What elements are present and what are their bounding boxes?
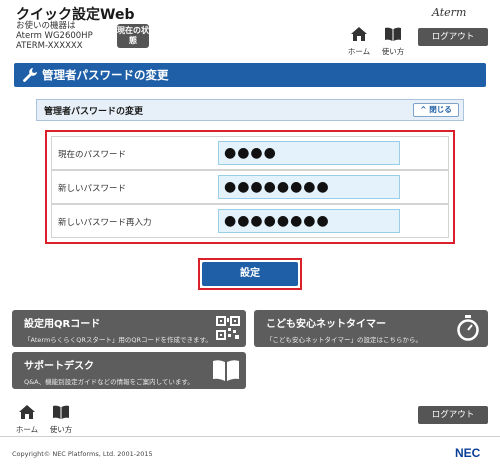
- form-row-new-password: 新しいパスワード ●●●●●●●●: [51, 170, 449, 204]
- device-ssid: ATERM-XXXXXX: [16, 41, 83, 51]
- close-label: 閉じる: [429, 105, 452, 114]
- timer-card-desc: 「こども安心ネットタイマー」の設定はこちらから。: [266, 336, 422, 344]
- qr-card-desc: 「AtermらくらくQRスタート」用のQRコードを作成できます。: [24, 336, 212, 344]
- form-row-current-password: 現在のパスワード ●●●●: [51, 136, 449, 170]
- home-label: ホーム: [347, 47, 371, 56]
- qr-card-title: 設定用QRコード: [24, 319, 101, 330]
- copyright: Copyright© NEC Platforms, Ltd. 2001-2015: [12, 450, 153, 458]
- support-card-desc: Q&A、機能別設定ガイドなどの情報をご案内しています。: [24, 378, 194, 386]
- usage-label: 使い方: [381, 47, 405, 56]
- footer-usage-button[interactable]: 使い方: [46, 404, 76, 434]
- page-title: 管理者パスワードの変更: [42, 68, 169, 82]
- book-icon: [213, 360, 239, 381]
- submit-highlight: 設定: [198, 258, 302, 290]
- device-model: Aterm WG2600HP: [16, 31, 93, 41]
- section-title: 管理者パスワードの変更: [44, 107, 144, 117]
- device-label: お使いの機器は: [16, 21, 76, 31]
- net-timer-card[interactable]: こども安心ネットタイマー 「こども安心ネットタイマー」の設定はこちらから。: [254, 310, 488, 347]
- wrench-icon: [23, 68, 37, 82]
- page-title-bar: 管理者パスワードの変更: [14, 63, 486, 87]
- aterm-logo: Aterm: [432, 6, 467, 19]
- status-button[interactable]: 現在の状態: [117, 24, 149, 48]
- confirm-password-input[interactable]: ●●●●●●●●: [218, 209, 400, 233]
- device-info: お使いの機器は Aterm WG2600HP ATERM-XXXXXX: [16, 21, 93, 51]
- footer-divider: [0, 436, 500, 437]
- timer-card-title: こども安心ネットタイマー: [266, 319, 386, 330]
- qr-code-card[interactable]: 設定用QRコード 「AtermらくらくQRスタート」用のQRコードを作成できます…: [12, 310, 246, 347]
- home-icon: [351, 27, 367, 41]
- home-nav-button[interactable]: ホーム: [344, 26, 374, 56]
- current-password-label: 現在のパスワード: [58, 150, 127, 160]
- book-icon: [53, 405, 69, 419]
- current-password-input[interactable]: ●●●●: [218, 141, 400, 165]
- new-password-label: 新しいパスワード: [58, 184, 127, 194]
- header: クイック設定Web お使いの機器は Aterm WG2600HP ATERM-X…: [0, 0, 500, 56]
- support-desk-card[interactable]: サポートデスク Q&A、機能別設定ガイドなどの情報をご案内しています。: [12, 352, 246, 389]
- password-form: 現在のパスワード ●●●● 新しいパスワード ●●●●●●●● 新しいパスワード…: [45, 130, 455, 244]
- close-section-button[interactable]: ^ 閉じる: [413, 103, 459, 117]
- section-header: 管理者パスワードの変更 ^ 閉じる: [36, 99, 464, 121]
- support-card-title: サポートデスク: [24, 361, 94, 372]
- footer-logout-button[interactable]: ログアウト: [418, 406, 488, 424]
- logout-button[interactable]: ログアウト: [418, 28, 488, 46]
- nec-logo: NEC: [455, 446, 481, 460]
- confirm-password-label: 新しいパスワード再入力: [58, 218, 152, 228]
- book-icon: [385, 27, 401, 41]
- stopwatch-icon: [457, 315, 479, 341]
- chevron-up-icon: ^: [420, 105, 427, 114]
- usage-nav-button[interactable]: 使い方: [378, 26, 408, 56]
- qr-code-icon: [216, 316, 240, 340]
- footer-usage-label: 使い方: [49, 425, 73, 434]
- footer-home-label: ホーム: [15, 425, 39, 434]
- form-row-confirm-password: 新しいパスワード再入力 ●●●●●●●●: [51, 204, 449, 238]
- footer-home-button[interactable]: ホーム: [12, 404, 42, 434]
- home-icon: [19, 405, 35, 419]
- new-password-input[interactable]: ●●●●●●●●: [218, 175, 400, 199]
- submit-button[interactable]: 設定: [202, 262, 298, 286]
